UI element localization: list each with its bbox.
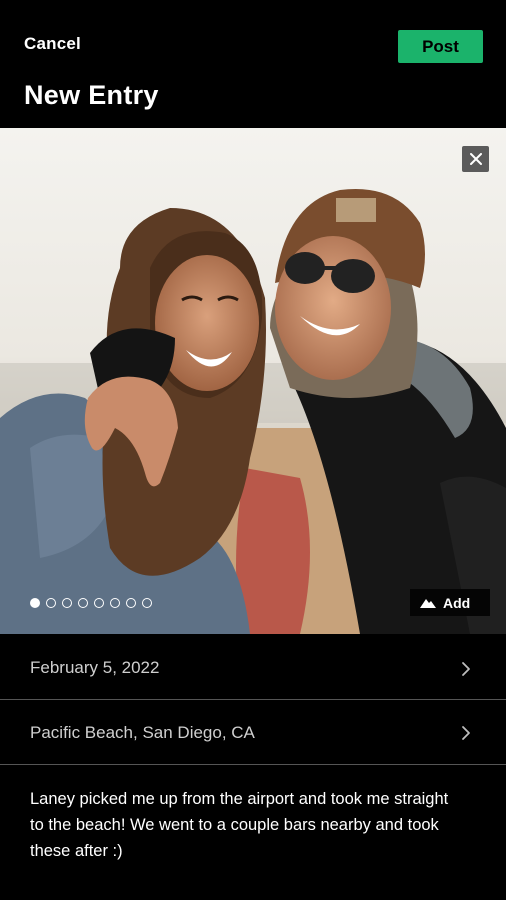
carousel-dot[interactable] — [78, 598, 88, 608]
photo-image — [0, 128, 506, 634]
date-row[interactable]: February 5, 2022 — [0, 637, 506, 700]
close-icon — [469, 153, 482, 165]
chevron-right-icon — [462, 662, 470, 676]
chevron-right-icon — [462, 726, 470, 740]
add-photo-label: Add — [443, 594, 471, 611]
entry-note-text[interactable]: Laney picked me up from the airport and … — [30, 786, 460, 864]
remove-photo-button[interactable] — [462, 146, 489, 172]
entry-photo[interactable] — [0, 128, 506, 634]
post-button[interactable]: Post — [398, 30, 483, 63]
carousel-dot[interactable] — [94, 598, 104, 608]
carousel-dot[interactable] — [126, 598, 136, 608]
cancel-button[interactable]: Cancel — [24, 34, 81, 54]
carousel-indicator[interactable] — [30, 597, 152, 609]
carousel-dot[interactable] — [62, 598, 72, 608]
carousel-dot[interactable] — [30, 598, 40, 608]
top-bar: Cancel Post New Entry — [0, 0, 506, 126]
location-value: Pacific Beach, San Diego, CA — [30, 722, 255, 742]
page-title: New Entry — [24, 80, 159, 110]
add-photo-button[interactable]: Add — [410, 589, 490, 616]
mountain-icon — [420, 599, 436, 608]
date-value: February 5, 2022 — [30, 658, 160, 677]
location-row[interactable]: Pacific Beach, San Diego, CA — [0, 701, 506, 765]
carousel-dot[interactable] — [46, 598, 56, 608]
carousel-dot[interactable] — [110, 598, 120, 608]
carousel-dot[interactable] — [142, 598, 152, 608]
